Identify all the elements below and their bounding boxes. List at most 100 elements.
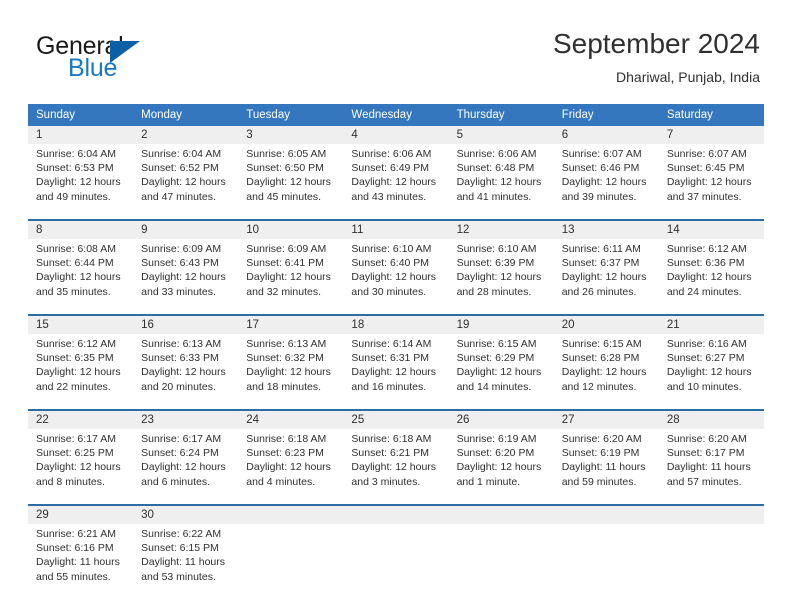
day-sunset-line: Sunset: 6:32 PM	[246, 352, 324, 365]
day-number-cell[interactable]: 19	[448, 314, 554, 334]
day-sunrise-line: Sunrise: 6:11 AM	[561, 243, 641, 255]
day-detail-cell[interactable]: Sunrise: 6:20 AM Sunset: 6:17 PM Daylight:…	[658, 429, 764, 505]
day-detail-cell[interactable]: Sunrise: 6:17 AM Sunset: 6:25 PM Daylight:…	[28, 429, 134, 505]
day-number-cell[interactable]: 28	[658, 409, 764, 429]
day-daylight-line: and 16 minutes.	[351, 380, 427, 393]
day-number-cell[interactable]: 27	[553, 409, 659, 429]
day-detail-cell[interactable]: Sunrise: 6:10 AM Sunset: 6:40 PM Daylight:…	[343, 239, 449, 315]
day-sunrise-line: Sunrise: 6:06 AM	[456, 148, 537, 160]
day-sunset-line: Sunset: 6:33 PM	[141, 352, 219, 365]
day-number-cell[interactable]: 1	[28, 126, 134, 144]
day-detail-cell[interactable]: Sunrise: 6:12 AM Sunset: 6:35 PM Daylight:…	[28, 334, 134, 410]
day-sunset-line: Sunset: 6:53 PM	[36, 162, 114, 175]
day-detail-cell[interactable]: Sunrise: 6:08 AM Sunset: 6:44 PM Daylight:…	[28, 239, 134, 315]
day-sunrise-line: Sunrise: 6:04 AM	[141, 148, 222, 160]
day-detail-cell[interactable]: Sunrise: 6:06 AM Sunset: 6:48 PM Daylight:…	[448, 144, 554, 220]
day-detail-cell[interactable]: Sunrise: 6:11 AM Sunset: 6:37 PM Daylight:…	[553, 239, 659, 315]
day-detail-cell[interactable]: Sunrise: 6:21 AM Sunset: 6:16 PM Daylight:…	[28, 524, 134, 599]
day-sunset-line: Sunset: 6:35 PM	[36, 352, 114, 365]
day-detail-cell[interactable]: Sunrise: 6:10 AM Sunset: 6:39 PM Daylight:…	[448, 239, 554, 315]
day-detail-cell[interactable]: Sunrise: 6:07 AM Sunset: 6:45 PM Daylight:…	[658, 144, 764, 220]
day-number-cell[interactable]	[553, 504, 659, 524]
day-detail-cell[interactable]	[343, 524, 449, 599]
day-detail-cell[interactable]: Sunrise: 6:07 AM Sunset: 6:46 PM Daylight:…	[553, 144, 659, 220]
day-number-cell[interactable]	[343, 504, 449, 524]
day-detail-cell[interactable]: Sunrise: 6:04 AM Sunset: 6:53 PM Daylight:…	[28, 144, 134, 220]
day-number-cell[interactable]: 8	[28, 219, 134, 239]
day-detail-cell[interactable]: Sunrise: 6:09 AM Sunset: 6:41 PM Daylight:…	[238, 239, 344, 315]
day-sunset-line: Sunset: 6:25 PM	[36, 447, 114, 460]
day-daylight-line: and 20 minutes.	[141, 380, 216, 393]
day-number-cell[interactable]: 25	[343, 409, 449, 429]
brand-logo[interactable]: General Blue	[36, 32, 266, 88]
day-detail-cell[interactable]	[448, 524, 554, 599]
day-daylight-line: and 37 minutes.	[666, 190, 742, 203]
day-daylight-line: and 8 minutes.	[36, 475, 105, 488]
day-number-cell[interactable]	[448, 504, 554, 524]
day-sunrise-line: Sunrise: 6:18 AM	[351, 433, 432, 445]
day-number-cell[interactable]	[658, 504, 764, 524]
day-detail-cell[interactable]: Sunrise: 6:18 AM Sunset: 6:21 PM Daylight:…	[343, 429, 449, 505]
day-number-cell[interactable]: 11	[343, 219, 449, 239]
day-detail-cell[interactable]: Sunrise: 6:20 AM Sunset: 6:19 PM Daylight:…	[553, 429, 659, 505]
day-number-cell[interactable]: 29	[28, 504, 134, 524]
day-detail-cell[interactable]: Sunrise: 6:05 AM Sunset: 6:50 PM Daylight:…	[238, 144, 344, 220]
day-daylight-line: and 22 minutes.	[36, 380, 111, 393]
day-number-cell[interactable]: 5	[448, 126, 554, 144]
day-detail-cell[interactable]: Sunrise: 6:19 AM Sunset: 6:20 PM Daylight:…	[448, 429, 554, 505]
day-number-cell[interactable]: 24	[238, 409, 344, 429]
day-number-cell[interactable]: 4	[343, 126, 449, 144]
day-detail-cell[interactable]	[658, 524, 764, 599]
day-detail-cell[interactable]: Sunrise: 6:14 AM Sunset: 6:31 PM Daylight:…	[343, 334, 449, 410]
day-number-cell[interactable]: 9	[133, 219, 239, 239]
day-detail-cell[interactable]: Sunrise: 6:22 AM Sunset: 6:15 PM Daylight:…	[133, 524, 239, 599]
day-detail-cell[interactable]: Sunrise: 6:06 AM Sunset: 6:49 PM Daylight:…	[343, 144, 449, 220]
day-detail-cell[interactable]: Sunrise: 6:04 AM Sunset: 6:52 PM Daylight:…	[133, 144, 239, 220]
day-number-cell[interactable]: 26	[448, 409, 554, 429]
day-number-cell[interactable]: 18	[343, 314, 449, 334]
day-number-cell[interactable]: 15	[28, 314, 134, 334]
day-number-cell[interactable]: 10	[238, 219, 344, 239]
day-sunset-line: Sunset: 6:29 PM	[456, 352, 535, 365]
day-detail-cell[interactable]: Sunrise: 6:15 AM Sunset: 6:29 PM Daylight:…	[448, 334, 554, 410]
day-number-cell[interactable]: 2	[133, 126, 239, 144]
day-sunset-line: Sunset: 6:50 PM	[246, 162, 324, 175]
day-detail-cell[interactable]	[238, 524, 344, 599]
day-sunrise-line: Sunrise: 6:10 AM	[351, 243, 432, 255]
day-daylight-line: and 49 minutes.	[36, 190, 111, 203]
day-sunset-line: Sunset: 6:31 PM	[351, 352, 430, 365]
day-number-cell[interactable]: 14	[658, 219, 764, 239]
day-number-cell[interactable]: 20	[553, 314, 659, 334]
day-detail-cell[interactable]: Sunrise: 6:17 AM Sunset: 6:24 PM Daylight:…	[133, 429, 239, 505]
day-daylight-line: and 3 minutes.	[351, 475, 421, 488]
day-number-cell[interactable]: 6	[553, 126, 659, 144]
day-detail-cell[interactable]: Sunrise: 6:12 AM Sunset: 6:36 PM Daylight:…	[658, 239, 764, 315]
day-number-cell[interactable]: 23	[133, 409, 239, 429]
weekday-header-wednesday: Wednesday	[343, 104, 449, 126]
day-detail-cell[interactable]: Sunrise: 6:13 AM Sunset: 6:33 PM Daylight:…	[133, 334, 239, 410]
day-number-cell[interactable]: 7	[658, 126, 764, 144]
day-number-cell[interactable]	[238, 504, 344, 524]
day-number-cell[interactable]: 30	[133, 504, 239, 524]
day-daylight-line: Daylight: 12 hours	[351, 461, 437, 474]
day-number-cell[interactable]: 17	[238, 314, 344, 334]
day-detail-cell[interactable]: Sunrise: 6:18 AM Sunset: 6:23 PM Daylight:…	[238, 429, 344, 505]
day-sunset-line: Sunset: 6:15 PM	[141, 542, 219, 555]
day-detail-cell[interactable]: Sunrise: 6:09 AM Sunset: 6:43 PM Daylight:…	[133, 239, 239, 315]
day-detail-cell[interactable]: Sunrise: 6:16 AM Sunset: 6:27 PM Daylight:…	[658, 334, 764, 410]
day-detail-cell[interactable]: Sunrise: 6:13 AM Sunset: 6:32 PM Daylight:…	[238, 334, 344, 410]
day-daylight-line: Daylight: 12 hours	[456, 366, 542, 379]
day-daylight-line: Daylight: 12 hours	[246, 461, 331, 474]
day-number-cell[interactable]: 21	[658, 314, 764, 334]
day-sunrise-line: Sunrise: 6:05 AM	[246, 148, 327, 160]
day-daylight-line: Daylight: 12 hours	[351, 271, 437, 284]
day-number-cell[interactable]: 12	[448, 219, 554, 239]
day-number-cell[interactable]: 13	[553, 219, 659, 239]
day-number-cell[interactable]: 3	[238, 126, 344, 144]
day-daylight-line: and 1 minute.	[456, 475, 521, 488]
week-detail-row: Sunrise: 6:17 AM Sunset: 6:25 PM Daylight:…	[28, 429, 764, 505]
day-detail-cell[interactable]: Sunrise: 6:15 AM Sunset: 6:28 PM Daylight:…	[553, 334, 659, 410]
day-number-cell[interactable]: 16	[133, 314, 239, 334]
day-number-cell[interactable]: 22	[28, 409, 134, 429]
day-detail-cell[interactable]	[553, 524, 659, 599]
